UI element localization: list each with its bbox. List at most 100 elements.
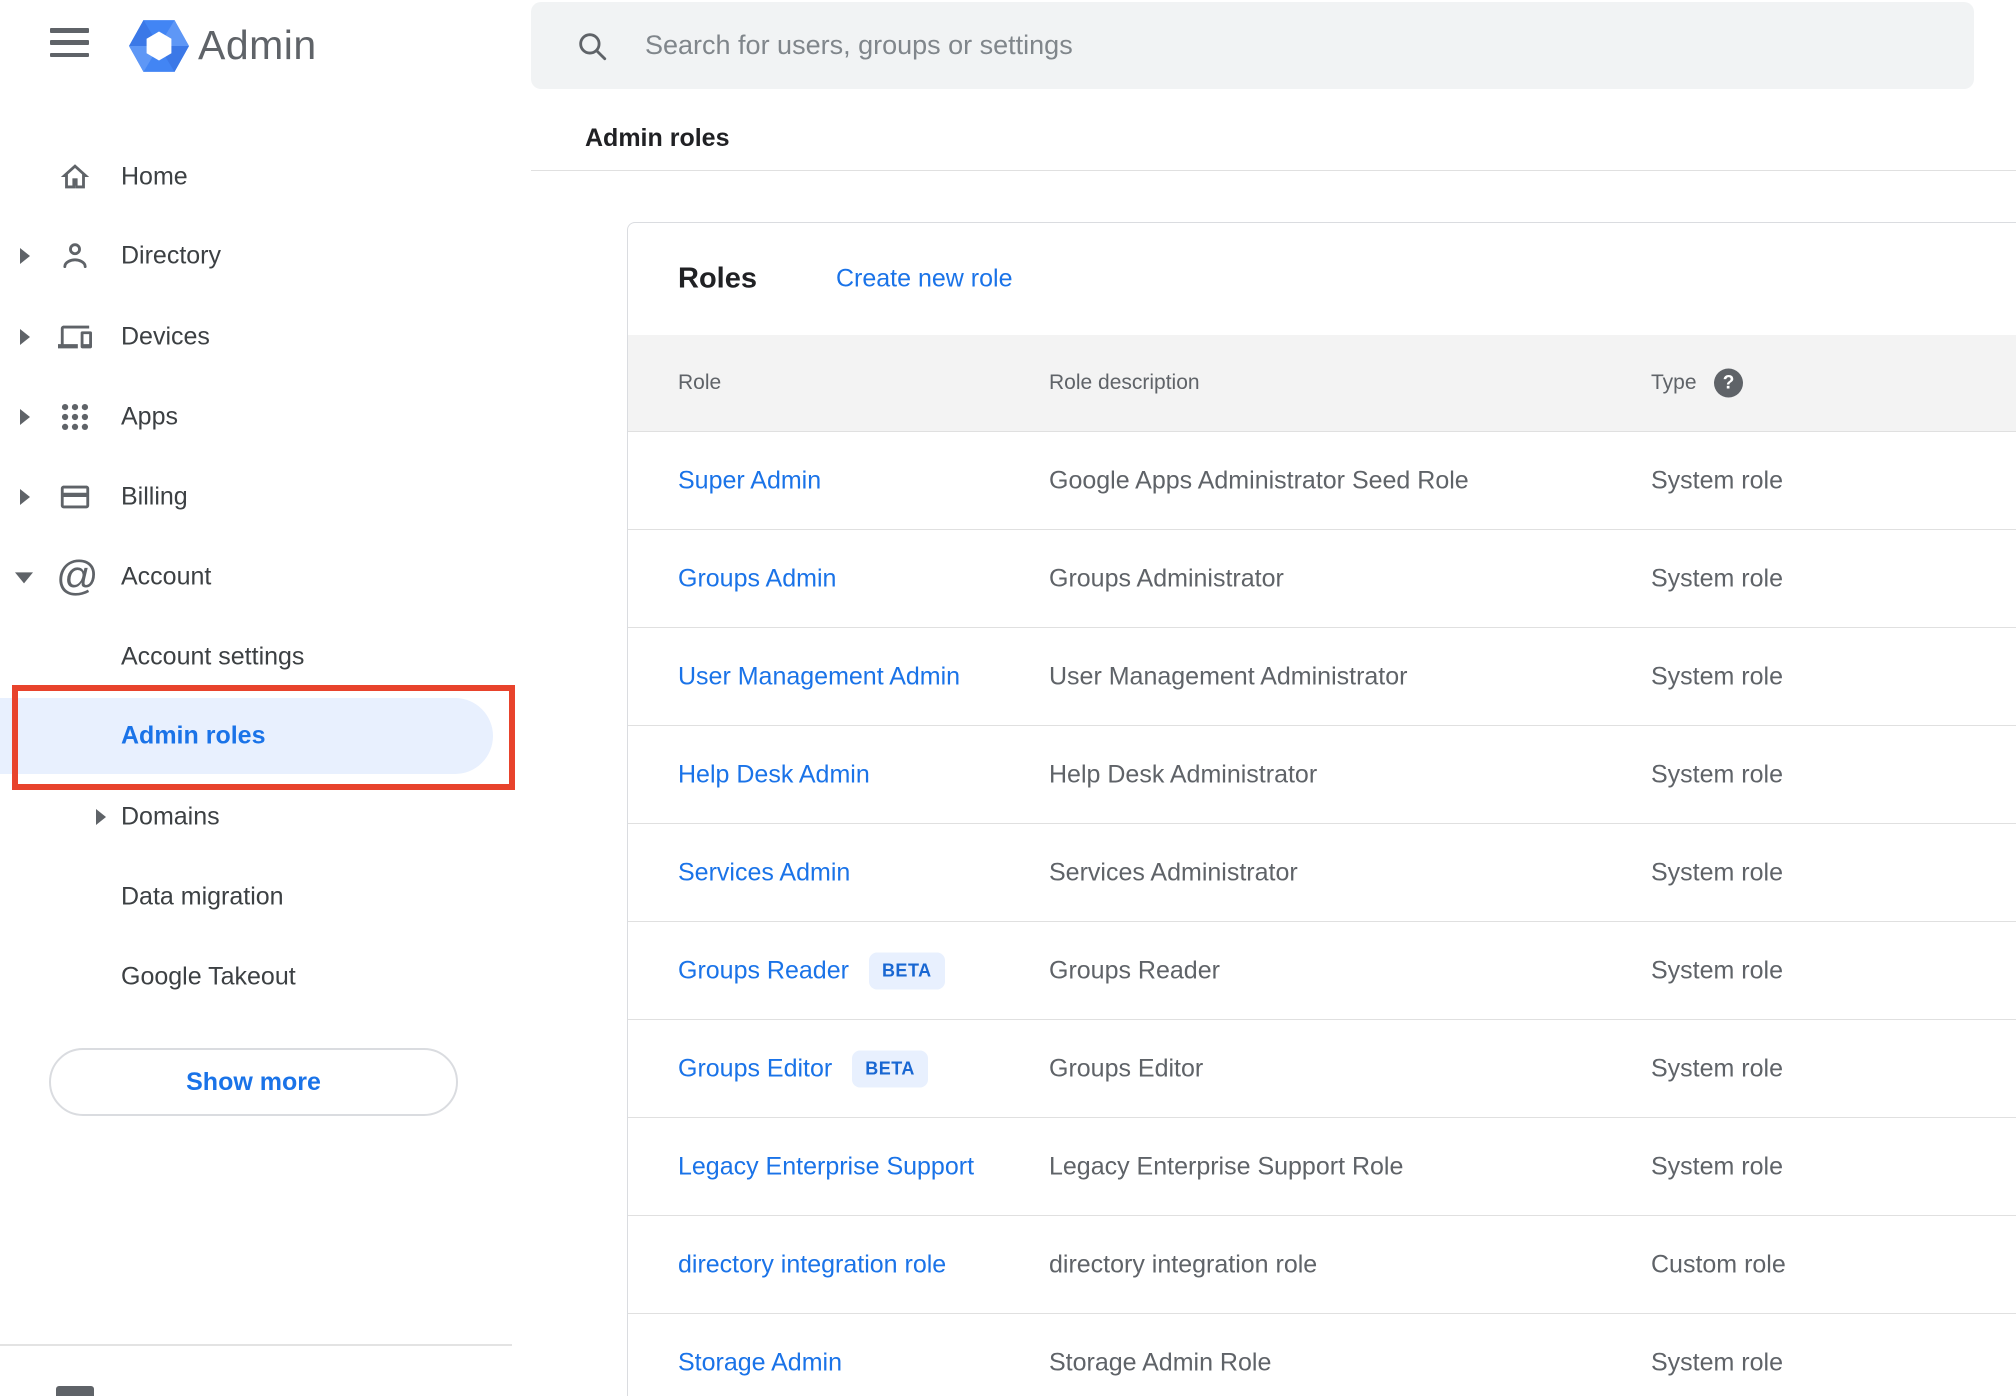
table-row: User Management Admin BETA User Manageme… (628, 628, 2016, 726)
annotation-red-box (12, 685, 515, 790)
role-cell: Legacy Enterprise Support BETA (678, 1152, 974, 1181)
role-link[interactable]: Services Admin (678, 858, 850, 887)
column-header-type: Type (1651, 371, 1697, 394)
table-header-row: Role Role description Type ? (628, 335, 2016, 432)
role-cell: Services Admin BETA (678, 858, 850, 887)
role-description: Groups Administrator (1049, 564, 1284, 592)
sidebar-item-label: Billing (121, 482, 188, 511)
role-link[interactable]: directory integration role (678, 1250, 946, 1279)
column-header-description: Role description (1049, 371, 1200, 394)
sidebar-item-devices[interactable]: Devices (0, 297, 530, 377)
role-type: System role (1651, 564, 1783, 592)
role-link[interactable]: Groups Editor (678, 1054, 832, 1083)
role-cell: Super Admin BETA (678, 466, 821, 495)
role-link[interactable]: Help Desk Admin (678, 760, 870, 789)
role-type: System role (1651, 662, 1783, 690)
table-row: Groups Editor BETA Groups Editor System … (628, 1020, 2016, 1118)
show-more-button[interactable]: Show more (49, 1048, 458, 1116)
sidebar-item-label: Data migration (121, 882, 284, 911)
beta-badge: BETA (868, 952, 945, 989)
role-cell: Groups Admin BETA (678, 564, 836, 593)
sidebar-item-label: Directory (121, 241, 222, 270)
role-description: directory integration role (1049, 1250, 1318, 1278)
table-row: Help Desk Admin BETA Help Desk Administr… (628, 726, 2016, 824)
role-cell: Groups Reader BETA (678, 952, 945, 989)
role-link[interactable]: Super Admin (678, 466, 821, 495)
expand-right-icon[interactable] (20, 489, 30, 505)
sidebar: Admin Home Directory Devices Apps Billin… (0, 0, 530, 1396)
search-bar[interactable] (531, 2, 1974, 89)
devices-icon (58, 325, 92, 349)
role-type: System role (1651, 1152, 1783, 1180)
sidebar-item-data-migration[interactable]: Data migration (0, 857, 530, 937)
role-cell: Help Desk Admin BETA (678, 760, 870, 789)
expand-right-icon[interactable] (20, 248, 30, 264)
role-description: Google Apps Administrator Seed Role (1049, 466, 1469, 494)
beta-badge: BETA (852, 1050, 928, 1087)
person-icon (63, 243, 87, 269)
role-link[interactable]: Groups Reader (678, 956, 849, 985)
expand-right-icon[interactable] (96, 809, 106, 825)
role-type: Custom role (1651, 1250, 1786, 1278)
search-icon (579, 32, 607, 60)
role-description: Services Administrator (1049, 858, 1298, 886)
partially-scrolled-icon (56, 1386, 94, 1396)
apps-grid-icon (61, 403, 89, 431)
admin-logo-icon (129, 20, 189, 72)
sidebar-item-label: Google Takeout (121, 962, 296, 991)
expand-down-icon[interactable] (15, 572, 33, 584)
roles-card-header: Roles Create new role (628, 223, 2016, 335)
role-description: Legacy Enterprise Support Role (1049, 1152, 1404, 1180)
role-link[interactable]: User Management Admin (678, 662, 960, 691)
hamburger-menu-icon[interactable] (50, 28, 89, 57)
roles-table-body: Super Admin BETA Google Apps Administrat… (628, 432, 2016, 1396)
table-row: Groups Admin BETA Groups Administrator S… (628, 530, 2016, 628)
role-link[interactable]: Groups Admin (678, 564, 836, 593)
role-type: System role (1651, 466, 1783, 494)
sidebar-item-apps[interactable]: Apps (0, 377, 530, 457)
home-icon (60, 164, 90, 189)
admin-console-page: Admin Home Directory Devices Apps Billin… (0, 0, 2016, 1396)
admin-logo-text: Admin (198, 22, 317, 68)
sidebar-item-label: Domains (121, 802, 220, 831)
sidebar-item-directory[interactable]: Directory (0, 216, 530, 296)
table-row: directory integration role BETA director… (628, 1216, 2016, 1314)
role-description: Help Desk Administrator (1049, 760, 1318, 788)
sidebar-item-account[interactable]: @ Account (0, 537, 530, 617)
role-type: System role (1651, 760, 1783, 788)
column-header-role: Role (678, 371, 722, 394)
create-new-role-link[interactable]: Create new role (836, 265, 1012, 294)
sidebar-item-label: Devices (121, 322, 210, 351)
role-type: System role (1651, 956, 1783, 984)
role-description: User Management Administrator (1049, 662, 1408, 690)
role-link[interactable]: Legacy Enterprise Support (678, 1152, 974, 1181)
sidebar-item-label: Home (121, 162, 188, 191)
expand-right-icon[interactable] (20, 329, 30, 345)
role-type: System role (1651, 1054, 1783, 1082)
credit-card-icon (60, 485, 90, 509)
role-type: System role (1651, 858, 1783, 886)
card-title: Roles (678, 262, 757, 295)
sidebar-item-google-takeout[interactable]: Google Takeout (0, 937, 530, 1017)
at-sign-icon: @ (56, 552, 99, 600)
role-link[interactable]: Storage Admin (678, 1348, 842, 1377)
table-row: Storage Admin BETA Storage Admin Role Sy… (628, 1314, 2016, 1396)
search-input[interactable] (645, 2, 1925, 89)
sidebar-item-home[interactable]: Home (0, 137, 530, 217)
table-row: Super Admin BETA Google Apps Administrat… (628, 432, 2016, 530)
sidebar-divider (0, 1344, 512, 1346)
sidebar-item-label: Apps (121, 402, 178, 431)
role-description: Groups Editor (1049, 1054, 1204, 1082)
role-description: Storage Admin Role (1049, 1348, 1272, 1376)
breadcrumb: Admin roles (585, 124, 730, 152)
expand-right-icon[interactable] (20, 409, 30, 425)
table-row: Groups Reader BETA Groups Reader System … (628, 922, 2016, 1020)
header-divider (531, 170, 2016, 171)
sidebar-item-label: Account settings (121, 642, 305, 671)
table-row: Services Admin BETA Services Administrat… (628, 824, 2016, 922)
sidebar-item-billing[interactable]: Billing (0, 457, 530, 537)
role-cell: Groups Editor BETA (678, 1050, 928, 1087)
roles-card: Roles Create new role Role Role descript… (627, 222, 2016, 1396)
table-row: Legacy Enterprise Support BETA Legacy En… (628, 1118, 2016, 1216)
help-icon[interactable]: ? (1714, 368, 1743, 398)
